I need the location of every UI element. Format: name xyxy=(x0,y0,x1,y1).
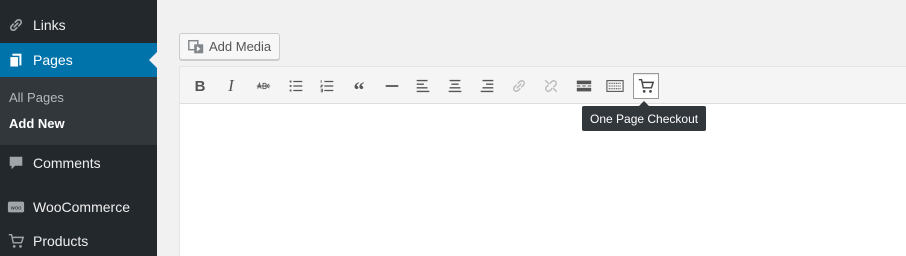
sidebar-item-label: Comments xyxy=(33,155,101,171)
link-icon xyxy=(6,15,26,35)
editor-box: B I “ xyxy=(179,66,906,256)
add-media-button[interactable]: Add Media xyxy=(179,33,281,60)
woocommerce-icon: woo xyxy=(6,197,26,217)
italic-icon: I xyxy=(228,76,234,95)
align-right-icon xyxy=(480,79,494,93)
numbered-list-icon xyxy=(319,80,334,93)
tooltip: One Page Checkout xyxy=(582,101,707,131)
blockquote-icon: “ xyxy=(353,77,365,102)
sidebar-item-pages[interactable]: Pages xyxy=(0,43,157,77)
sidebar-item-links[interactable]: Links xyxy=(0,12,157,38)
blockquote-button[interactable]: “ xyxy=(346,73,372,102)
link-icon xyxy=(513,80,525,92)
horizontal-line-button[interactable] xyxy=(379,73,405,99)
sidebar-item-products[interactable]: Products xyxy=(0,228,157,254)
sidebar-item-comments[interactable]: Comments xyxy=(0,150,157,176)
sidebar-item-label: Products xyxy=(33,233,89,249)
pages-icon xyxy=(6,50,26,70)
align-left-button[interactable] xyxy=(410,73,436,99)
cart-icon xyxy=(638,78,655,93)
pages-submenu: All Pages Add New xyxy=(0,77,157,145)
bold-button[interactable]: B xyxy=(187,73,213,99)
submenu-add-new[interactable]: Add New xyxy=(9,116,65,131)
unlink-icon xyxy=(544,79,558,93)
bullet-list-icon xyxy=(289,80,303,92)
align-right-button[interactable] xyxy=(474,73,500,99)
horizontal-line-icon xyxy=(385,85,399,87)
bold-icon: B xyxy=(194,77,206,95)
sidebar-item-label: WooCommerce xyxy=(33,199,130,215)
align-center-icon xyxy=(448,79,462,93)
submenu-all-pages[interactable]: All Pages xyxy=(9,90,64,105)
bullet-list-button[interactable] xyxy=(283,73,309,99)
cart-icon xyxy=(6,231,26,251)
svg-text:woo: woo xyxy=(11,205,22,211)
remove-link-button[interactable] xyxy=(538,73,564,99)
strikethrough-icon xyxy=(256,81,271,90)
align-left-icon xyxy=(416,79,430,93)
read-more-button[interactable] xyxy=(571,73,597,99)
editor-toolbar: B I “ xyxy=(180,67,906,104)
admin-sidebar: Links Pages All Pages Add New Comments w… xyxy=(0,0,157,256)
strikethrough-button[interactable] xyxy=(250,73,276,99)
align-center-button[interactable] xyxy=(442,73,468,99)
numbered-list-button[interactable] xyxy=(314,73,340,99)
sidebar-item-label: Links xyxy=(33,17,66,33)
one-page-checkout-button[interactable] xyxy=(633,73,659,99)
insert-link-button[interactable] xyxy=(506,73,532,99)
add-media-label: Add Media xyxy=(209,39,272,54)
italic-button[interactable]: I xyxy=(218,73,244,99)
sidebar-item-label: Pages xyxy=(33,52,73,68)
read-more-icon xyxy=(576,80,592,92)
keyboard-icon xyxy=(606,80,624,92)
toolbar-toggle-button[interactable] xyxy=(602,73,628,99)
active-menu-arrow xyxy=(149,52,157,68)
sidebar-item-woocommerce[interactable]: woo WooCommerce xyxy=(0,194,157,220)
media-icon xyxy=(187,38,205,56)
comments-icon xyxy=(6,153,26,173)
